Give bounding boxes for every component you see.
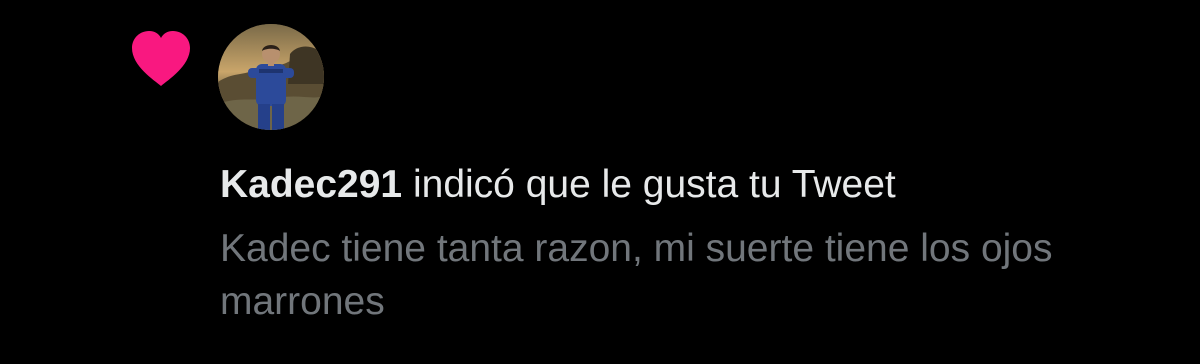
tweet-text[interactable]: Kadec tiene tanta razon, mi suerte tiene… — [220, 222, 1160, 328]
notification-headline: Kadec291 indicó que le gusta tu Tweet — [220, 158, 896, 212]
heart-icon — [130, 30, 192, 88]
username[interactable]: Kadec291 — [220, 163, 402, 206]
like-notification[interactable]: Kadec291 indicó que le gusta tu Tweet Ka… — [0, 0, 1200, 364]
action-text: indicó que le gusta tu Tweet — [402, 163, 896, 206]
avatar[interactable] — [218, 24, 324, 130]
